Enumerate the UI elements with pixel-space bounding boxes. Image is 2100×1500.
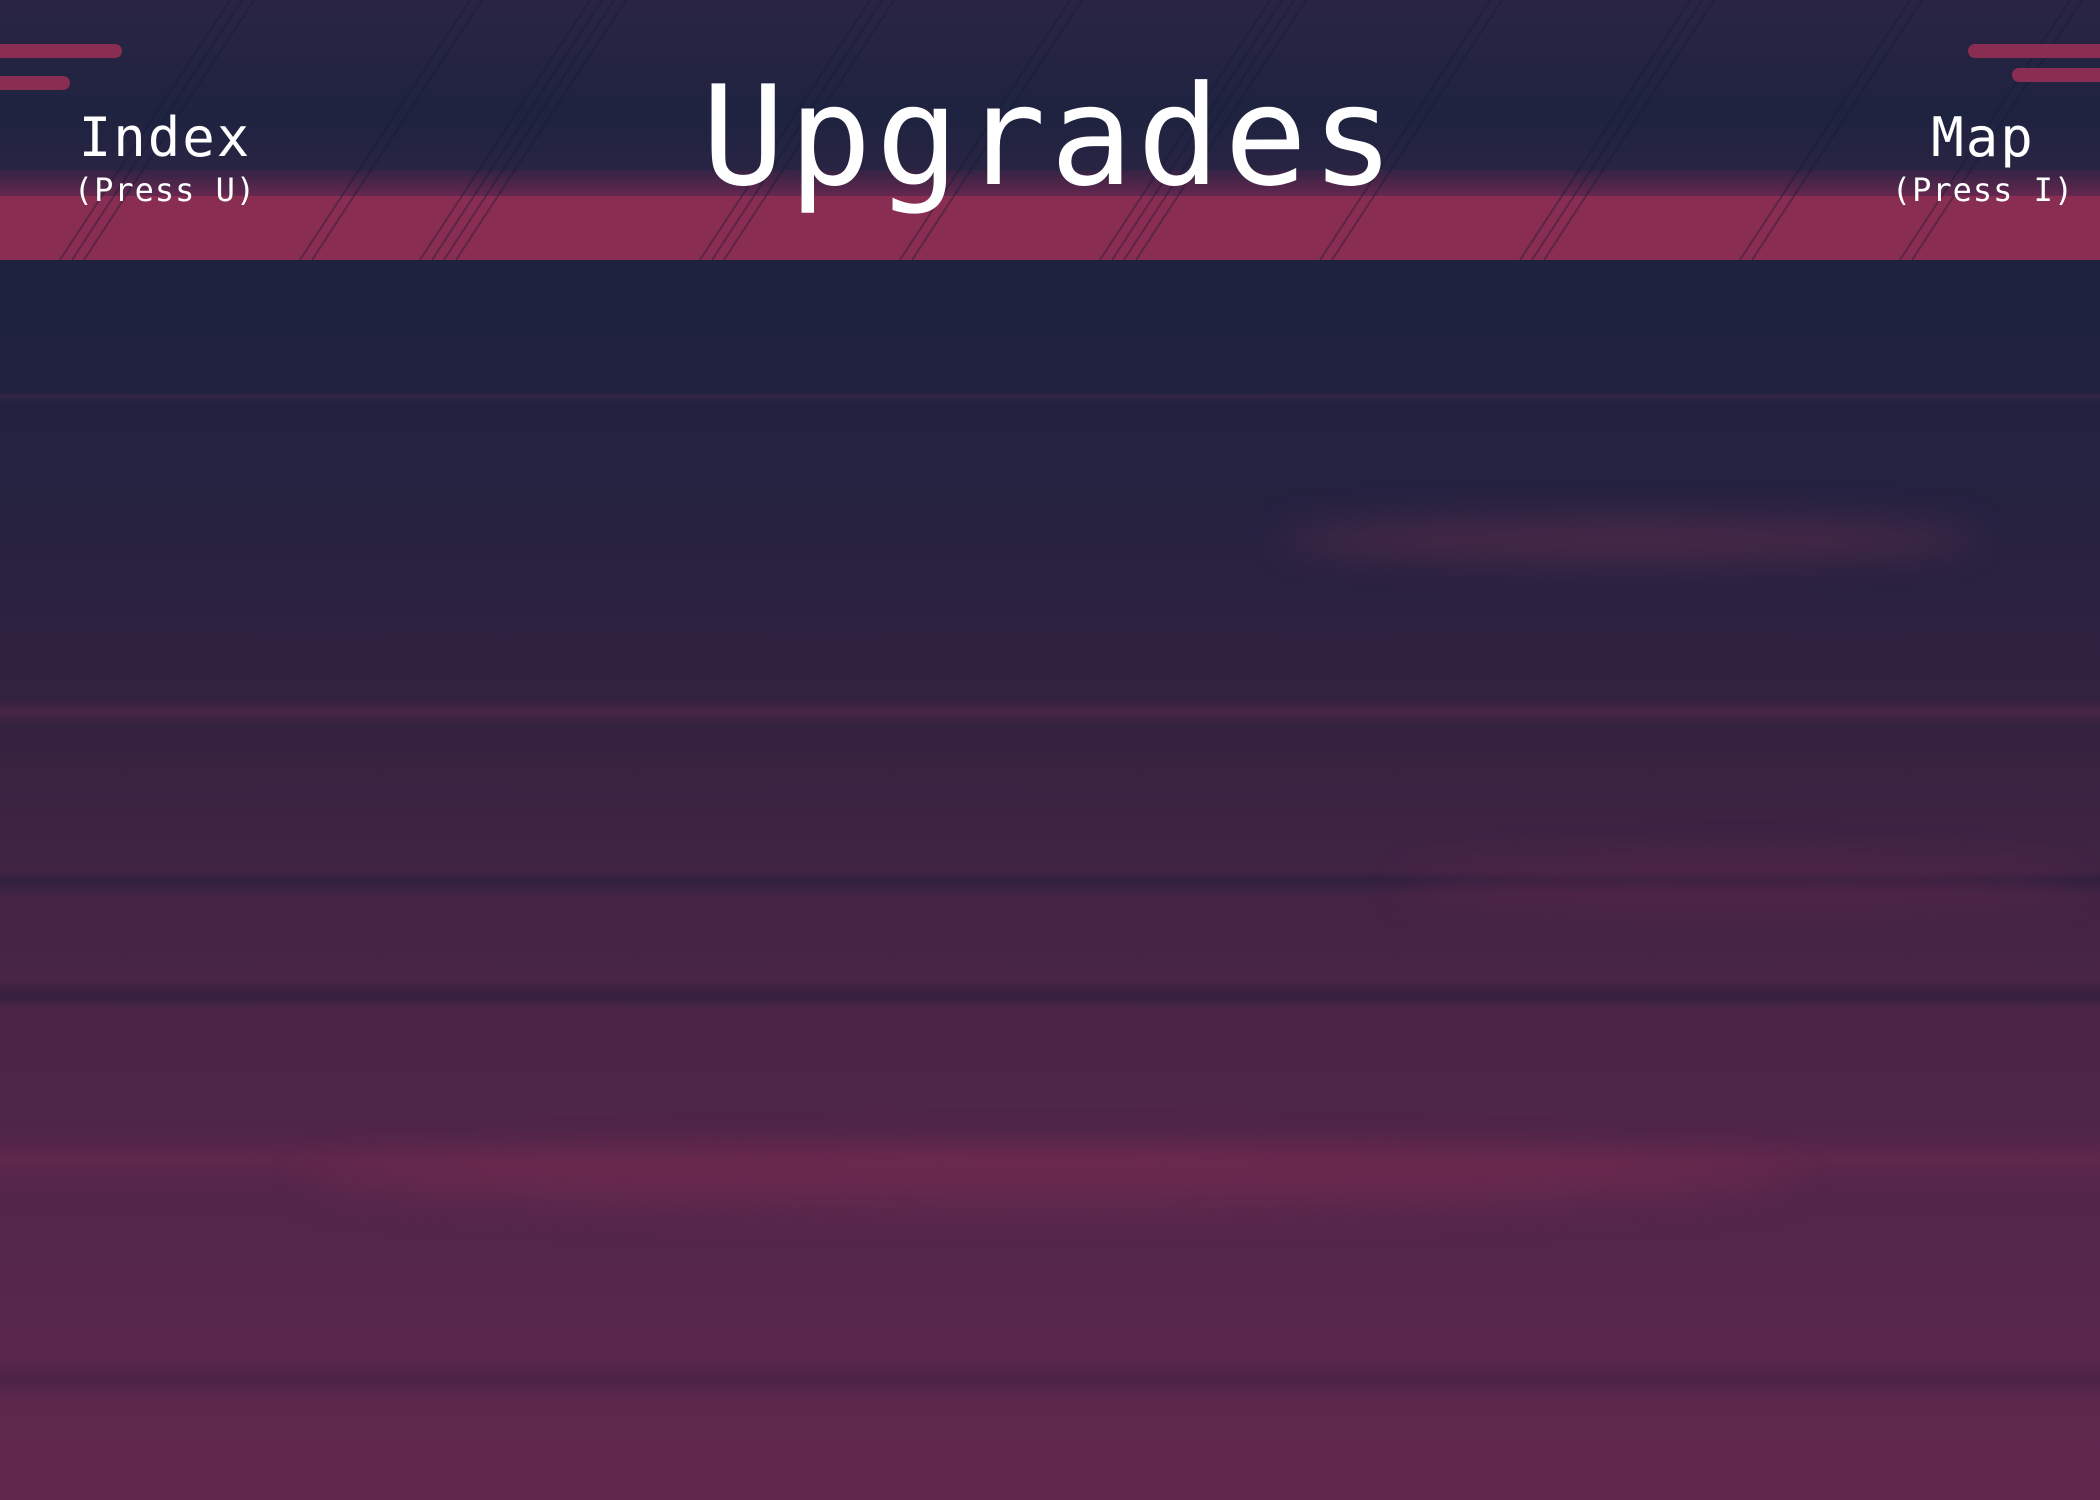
- index-tab-label: Index: [78, 106, 252, 169]
- index-tab[interactable]: Index (Press U): [50, 106, 280, 210]
- upgrades-screen: Upgrades Index (Press U) Map (Press I): [0, 0, 2100, 1500]
- header-accent-tick: [0, 44, 122, 58]
- map-tab[interactable]: Map (Press I): [1868, 106, 2098, 210]
- header-bar: Upgrades Index (Press U) Map (Press I): [0, 0, 2100, 260]
- header-accent-tick: [1968, 44, 2100, 58]
- page-title: Upgrades: [701, 56, 1399, 217]
- background-glow: [1280, 520, 1980, 558]
- index-tab-hint: (Press U): [73, 171, 257, 209]
- background-glow: [1400, 860, 2080, 910]
- map-tab-label: Map: [1931, 106, 2035, 169]
- background-glow: [300, 1150, 1800, 1210]
- map-tab-hint: (Press I): [1891, 171, 2075, 209]
